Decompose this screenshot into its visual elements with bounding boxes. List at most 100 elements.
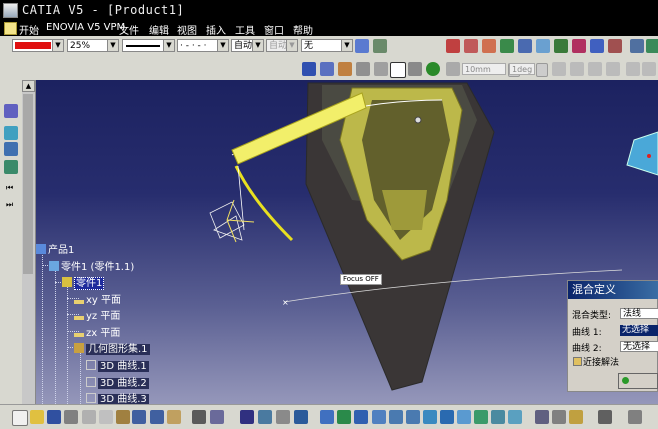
formula-icon[interactable] — [192, 410, 206, 424]
menu-file[interactable]: 文件 — [119, 22, 139, 37]
manipulator-icon[interactable] — [642, 62, 656, 76]
transparency-combo[interactable]: 25% ▼ — [67, 39, 119, 52]
fill-icon[interactable] — [464, 39, 478, 53]
fly-mode-icon[interactable] — [302, 62, 316, 76]
snap-icon[interactable] — [588, 62, 602, 76]
tree-node-curve-1[interactable]: 3D 曲线.1 — [86, 357, 149, 372]
layer-mode-combo[interactable]: 自动 ▼ — [266, 39, 298, 52]
blend-type-combo[interactable]: 法线 — [620, 308, 658, 319]
print-icon[interactable] — [64, 410, 78, 424]
zoom-in-icon[interactable] — [356, 62, 370, 76]
hide-show-icon[interactable] — [474, 410, 488, 424]
tree-node-yz-plane[interactable]: yz 平面 — [74, 307, 120, 322]
normal-view-icon[interactable] — [390, 62, 406, 78]
help-icon[interactable] — [167, 410, 181, 424]
pan-view-icon[interactable] — [354, 410, 368, 424]
3d-viewport[interactable]: × Focus OFF 产品1 零件1 (零件1.1) 零件1 xy 平面 yz… — [22, 80, 658, 404]
lock-icon[interactable] — [569, 410, 583, 424]
linewidth-combo[interactable]: ▼ — [122, 39, 175, 52]
tree-node-curve-3[interactable]: 3D 曲线.3 — [86, 390, 149, 404]
menu-edit[interactable]: 编辑 — [149, 22, 169, 37]
rotate-icon[interactable] — [338, 62, 352, 76]
tree-node-part[interactable]: 零件1 — [62, 274, 105, 290]
filter-icon[interactable] — [552, 410, 566, 424]
measure-icon[interactable] — [294, 410, 308, 424]
join-icon[interactable] — [608, 39, 622, 53]
isometric-view-icon[interactable] — [426, 62, 440, 76]
normal-to-icon[interactable] — [423, 410, 437, 424]
analysis-icon[interactable] — [258, 410, 272, 424]
menu-window[interactable]: 窗口 — [264, 22, 284, 37]
layer-icon[interactable] — [535, 410, 549, 424]
scroll-up-button[interactable]: ▲ — [22, 80, 35, 92]
update-icon[interactable] — [276, 410, 290, 424]
grid-icon[interactable] — [606, 62, 620, 76]
model-canvas[interactable]: × — [22, 80, 658, 404]
zoom-out-icon[interactable] — [374, 62, 388, 76]
first-frame-icon[interactable]: ⏮ — [6, 183, 13, 193]
render-style-combo[interactable]: 自动 ▼ — [231, 39, 264, 52]
last-frame-icon[interactable]: ⏭ — [6, 200, 13, 210]
format-painter-icon[interactable] — [355, 39, 369, 53]
tree-node-curve-2[interactable]: 3D 曲线.2 — [86, 374, 149, 389]
menu-enovia[interactable]: ENOVIA V5 VPM — [46, 22, 125, 33]
new-file-icon[interactable] — [12, 410, 28, 426]
chevron-down-icon[interactable]: ▼ — [107, 40, 118, 51]
curve2-field[interactable]: 无选择 — [620, 341, 658, 352]
revolve-icon[interactable] — [554, 39, 568, 53]
chevron-down-icon[interactable]: ▼ — [286, 40, 297, 51]
layer-combo[interactable]: 无 ▼ — [301, 39, 353, 52]
scroll-thumb[interactable] — [23, 94, 33, 274]
angle-spinner[interactable] — [536, 63, 548, 77]
blend-icon[interactable] — [500, 39, 514, 53]
copy-icon[interactable] — [99, 410, 113, 424]
linetype-combo[interactable]: · - · - · ▼ — [177, 39, 229, 52]
approx-checkbox[interactable] — [573, 357, 582, 366]
plane-icon[interactable] — [4, 160, 18, 174]
tree-node-zx-plane[interactable]: zx 平面 — [74, 324, 120, 339]
healing-icon[interactable] — [630, 39, 644, 53]
wireframe-icon[interactable] — [4, 126, 18, 140]
zoom-in-view-icon[interactable] — [389, 410, 403, 424]
length-step-field[interactable]: 10mm — [462, 63, 506, 75]
chevron-down-icon[interactable]: ▼ — [252, 40, 263, 51]
extrude-icon[interactable] — [536, 39, 550, 53]
rotate-axis-icon[interactable] — [570, 62, 584, 76]
render-mode-icon[interactable] — [457, 410, 471, 424]
tree-node-xy-plane[interactable]: xy 平面 — [74, 291, 121, 306]
split-icon[interactable] — [646, 39, 658, 53]
table-icon[interactable] — [240, 410, 254, 424]
chevron-down-icon[interactable]: ▼ — [341, 40, 352, 51]
swap-space-icon[interactable] — [491, 410, 505, 424]
paste-icon[interactable] — [116, 410, 130, 424]
color-combo[interactable]: ▼ — [12, 39, 64, 52]
menu-insert[interactable]: 插入 — [206, 22, 226, 37]
angle-step-field[interactable]: 1deg — [509, 63, 535, 75]
multi-section-icon[interactable] — [482, 39, 496, 53]
zoom-out-view-icon[interactable] — [406, 410, 420, 424]
shading-icon[interactable] — [446, 62, 460, 76]
cut-icon[interactable] — [82, 410, 96, 424]
open-file-icon[interactable] — [30, 410, 44, 424]
comment-icon[interactable] — [210, 410, 224, 424]
undo-icon[interactable] — [132, 410, 146, 424]
redo-icon[interactable] — [150, 410, 164, 424]
rotate-view-icon[interactable] — [372, 410, 386, 424]
tree-node-product[interactable]: 产品1 — [36, 241, 74, 256]
save-icon[interactable] — [47, 410, 61, 424]
cylinder-icon[interactable] — [590, 39, 604, 53]
fly-icon[interactable] — [320, 410, 334, 424]
menu-view[interactable]: 视图 — [177, 22, 197, 37]
compass-icon[interactable] — [626, 62, 640, 76]
offset-icon[interactable] — [518, 39, 532, 53]
sphere-icon[interactable] — [572, 39, 586, 53]
translate-icon[interactable] — [552, 62, 566, 76]
tree-node-part-instance[interactable]: 零件1 (零件1.1) — [49, 258, 134, 273]
menu-tools[interactable]: 工具 — [235, 22, 255, 37]
fit-all-icon[interactable] — [337, 410, 351, 424]
multi-view-icon[interactable] — [408, 62, 422, 76]
curve1-field[interactable]: 无选择 — [620, 325, 658, 336]
chevron-down-icon[interactable]: ▼ — [52, 40, 63, 51]
tree-node-geometric-set[interactable]: 几何图形集.1 — [74, 340, 150, 355]
catalog-icon[interactable] — [598, 410, 612, 424]
